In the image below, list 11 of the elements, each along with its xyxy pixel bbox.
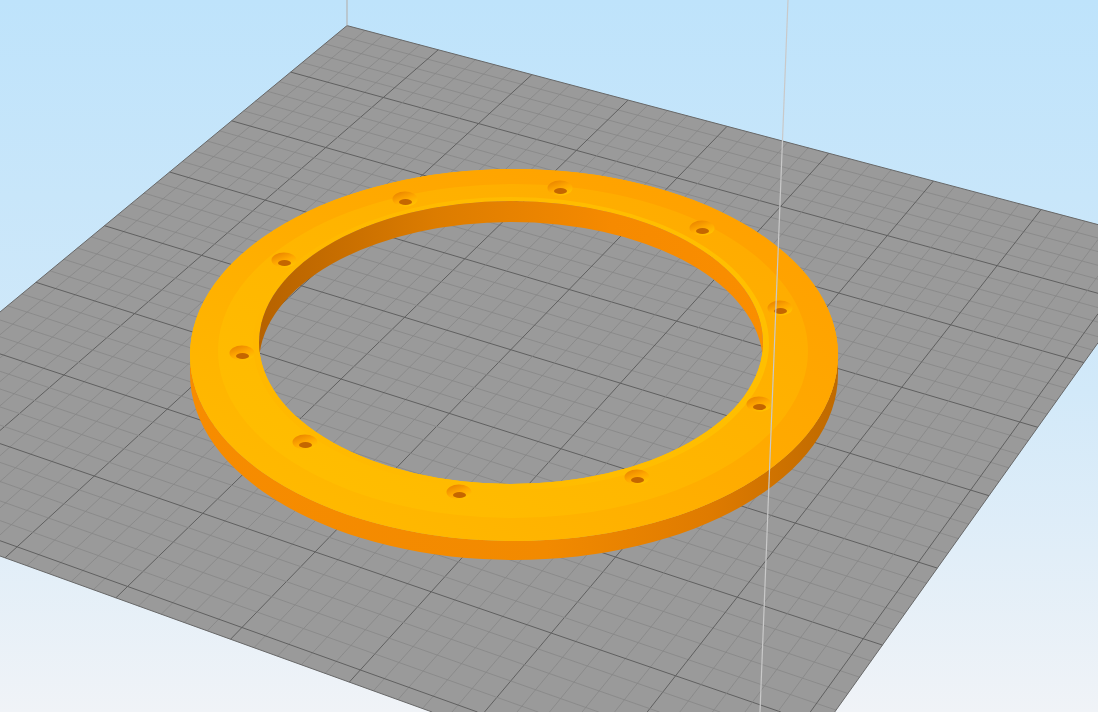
countersunk-hole xyxy=(446,484,472,500)
countersunk-hole xyxy=(271,252,297,268)
countersunk-hole xyxy=(624,469,650,485)
countersunk-hole xyxy=(292,434,318,450)
countersunk-hole xyxy=(392,191,418,207)
countersunk-hole xyxy=(746,396,772,412)
countersunk-hole xyxy=(767,300,793,316)
countersunk-hole xyxy=(689,220,715,236)
build-volume-edge xyxy=(346,0,348,27)
countersunk-hole xyxy=(547,180,573,196)
countersunk-hole xyxy=(229,345,255,361)
